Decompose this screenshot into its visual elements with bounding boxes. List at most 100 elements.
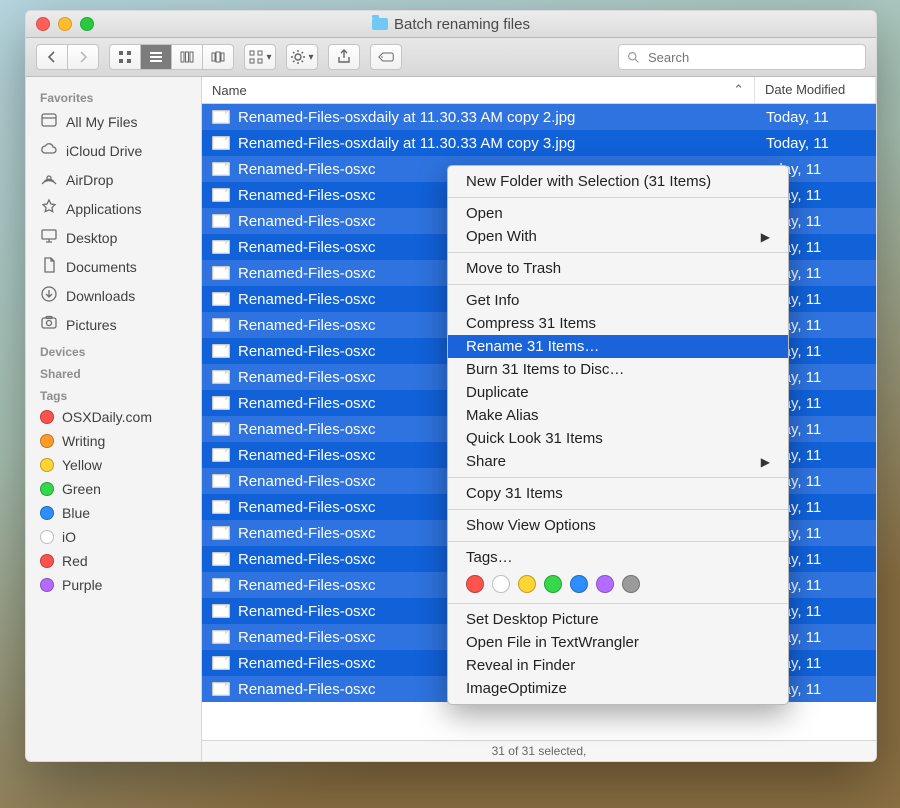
menu-item[interactable]: Rename 31 Items… [448, 335, 788, 358]
menu-item[interactable]: Copy 31 Items [448, 482, 788, 505]
file-name: Renamed-Files-osxc [238, 629, 376, 646]
menu-item[interactable]: New Folder with Selection (31 Items) [448, 170, 788, 193]
sidebar-item-label: Yellow [62, 457, 102, 473]
file-name: Renamed-Files-osxc [238, 681, 376, 698]
menu-item[interactable]: Open File in TextWrangler [448, 631, 788, 654]
tag-color-dot[interactable] [622, 575, 640, 593]
sidebar-item-label: Purple [62, 577, 102, 593]
menu-separator [448, 509, 788, 510]
menu-item[interactable]: Reveal in Finder [448, 654, 788, 677]
tag-color-dot[interactable] [518, 575, 536, 593]
folder-icon [372, 18, 388, 30]
sidebar-item[interactable]: iO [26, 525, 201, 549]
menu-item[interactable]: Duplicate [448, 381, 788, 404]
fullscreen-icon[interactable] [80, 17, 94, 31]
file-icon [212, 292, 230, 306]
window-controls [36, 17, 94, 31]
sidebar-item-label: Green [62, 481, 101, 497]
sidebar-item[interactable]: Documents [26, 252, 201, 281]
downloads-icon [40, 285, 58, 306]
menu-item[interactable]: Share▶ [448, 450, 788, 473]
minimize-icon[interactable] [58, 17, 72, 31]
sidebar-item[interactable]: Writing [26, 429, 201, 453]
search-input[interactable] [618, 44, 866, 70]
sidebar-item[interactable]: Yellow [26, 453, 201, 477]
menu-item-label: Reveal in Finder [466, 657, 575, 674]
tag-dot-icon [40, 482, 54, 496]
sidebar-item[interactable]: OSXDaily.com [26, 405, 201, 429]
tag-dot-icon [40, 578, 54, 592]
grid-icon [117, 49, 133, 65]
menu-item[interactable]: Tags… [448, 546, 788, 569]
menu-item[interactable]: Make Alias [448, 404, 788, 427]
sidebar-item-label: Desktop [66, 230, 117, 246]
file-icon [212, 188, 230, 202]
menu-item[interactable]: Quick Look 31 Items [448, 427, 788, 450]
tag-color-dot[interactable] [492, 575, 510, 593]
file-row[interactable]: Renamed-Files-osxdaily at 11.30.33 AM co… [202, 130, 876, 156]
sidebar-item[interactable]: Blue [26, 501, 201, 525]
search-field[interactable] [646, 49, 857, 66]
sidebar: FavoritesAll My FilesiCloud DriveAirDrop… [26, 77, 202, 761]
list-view-button[interactable] [141, 44, 172, 70]
column-date[interactable]: Date Modified [755, 77, 876, 103]
icon-view-button[interactable] [109, 44, 141, 70]
menu-item-label: Show View Options [466, 517, 596, 534]
menu-item-label: Make Alias [466, 407, 539, 424]
menu-item[interactable]: Show View Options [448, 514, 788, 537]
menu-item[interactable]: Open [448, 202, 788, 225]
sidebar-item[interactable]: Downloads [26, 281, 201, 310]
menu-item[interactable]: Open With▶ [448, 225, 788, 248]
tag-color-dot[interactable] [466, 575, 484, 593]
menu-item-label: Set Desktop Picture [466, 611, 599, 628]
sidebar-item[interactable]: AirDrop [26, 165, 201, 194]
menu-item-label: Compress 31 Items [466, 315, 596, 332]
close-icon[interactable] [36, 17, 50, 31]
file-icon [212, 526, 230, 540]
menu-separator [448, 197, 788, 198]
forward-button[interactable] [68, 44, 99, 70]
arrange-button[interactable]: ▾ [244, 44, 276, 70]
share-button[interactable] [328, 44, 360, 70]
sidebar-item[interactable]: Pictures [26, 310, 201, 339]
column-name-label: Name [212, 83, 247, 98]
sidebar-item[interactable]: iCloud Drive [26, 136, 201, 165]
menu-item-label: Open With [466, 228, 537, 245]
action-button[interactable]: ▾ [286, 44, 318, 70]
sidebar-item[interactable]: Desktop [26, 223, 201, 252]
menu-item[interactable]: Move to Trash [448, 257, 788, 280]
sort-asc-icon: ⌃ [733, 82, 744, 98]
menu-item[interactable]: ImageOptimize [448, 677, 788, 700]
column-name[interactable]: Name ⌃ [202, 77, 755, 103]
file-name: Renamed-Files-osxc [238, 369, 376, 386]
file-name: Renamed-Files-osxc [238, 603, 376, 620]
file-row[interactable]: Renamed-Files-osxdaily at 11.30.33 AM co… [202, 104, 876, 130]
coverflow-view-button[interactable] [203, 44, 234, 70]
back-button[interactable] [36, 44, 68, 70]
file-name: Renamed-Files-osxc [238, 421, 376, 438]
menu-item[interactable]: Get Info [448, 289, 788, 312]
file-name: Renamed-Files-osxc [238, 577, 376, 594]
file-icon [212, 604, 230, 618]
menu-item-label: Rename 31 Items… [466, 338, 599, 355]
tags-button[interactable] [370, 44, 402, 70]
sidebar-item[interactable]: All My Files [26, 107, 201, 136]
file-date: Today, 11 [756, 135, 876, 152]
sidebar-item[interactable]: Green [26, 477, 201, 501]
sidebar-item-label: Pictures [66, 317, 117, 333]
tag-color-dot[interactable] [570, 575, 588, 593]
tag-color-dot[interactable] [544, 575, 562, 593]
menu-item[interactable]: Compress 31 Items [448, 312, 788, 335]
sidebar-item[interactable]: Red [26, 549, 201, 573]
menu-item[interactable]: Burn 31 Items to Disc… [448, 358, 788, 381]
sidebar-item[interactable]: Purple [26, 573, 201, 597]
file-icon [212, 370, 230, 384]
context-menu[interactable]: New Folder with Selection (31 Items) Open… [447, 165, 789, 705]
menu-separator [448, 603, 788, 604]
sidebar-item[interactable]: Applications [26, 194, 201, 223]
column-view-button[interactable] [172, 44, 203, 70]
sidebar-item-label: Writing [62, 433, 105, 449]
tag-color-dot[interactable] [596, 575, 614, 593]
list-icon [148, 49, 164, 65]
menu-item[interactable]: Set Desktop Picture [448, 608, 788, 631]
